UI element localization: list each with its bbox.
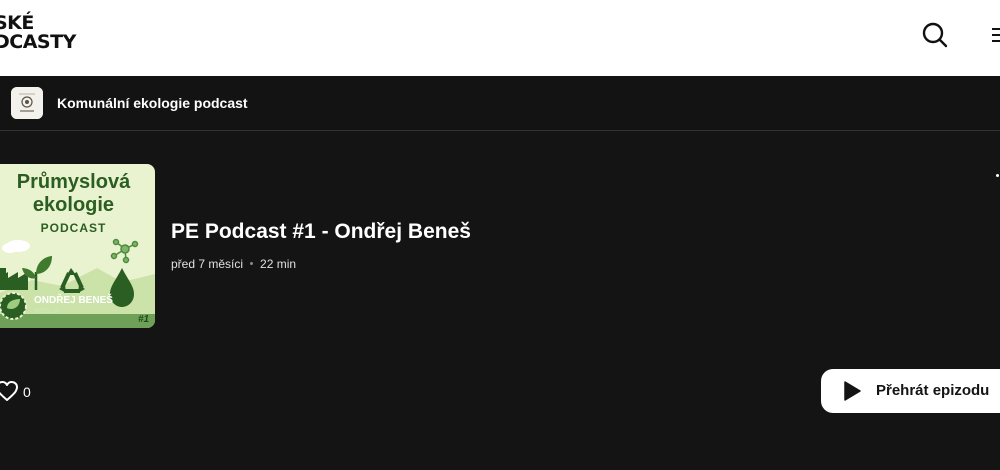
cover-episode-number: #1 [138,314,150,325]
site-header: SKÉ DCASTY [0,0,1000,76]
play-episode-button[interactable]: Přehrát epizodu [821,369,1000,413]
podcast-thumbnail[interactable] [11,87,43,119]
search-button[interactable] [920,20,950,50]
episode-meta: před 7 měsíci 22 min [171,257,296,271]
search-icon [922,22,948,48]
cover-guest-name: ONDŘEJ BENEŠ [34,295,113,306]
site-logo[interactable]: SKÉ DCASTY [0,14,76,52]
like-button[interactable] [0,378,20,404]
meta-separator [250,262,254,266]
cover-title-line-1: Průmyslová [16,171,131,193]
podcast-bar: Komunální ekologie podcast [0,76,1000,131]
podcast-thumbnail-icon [11,87,43,119]
cover-subtitle: PODCAST [40,221,107,235]
play-icon [844,381,861,401]
cover-guest-org: VEOLIA [34,308,61,315]
menu-icon [992,28,1000,42]
menu-button[interactable] [990,26,1000,46]
cover-title-line-2: ekologie [32,194,115,216]
play-episode-label: Přehrát epizodu [876,382,990,399]
cover-badge-icon [0,292,27,320]
episode-published: před 7 měsíci [171,257,244,271]
like-count: 0 [23,384,31,400]
cover-title: Průmyslová ekologie [0,171,155,217]
episode-duration: 22 min [260,257,297,271]
episode-cover: Průmyslová ekologie PODCAST ONDŘEJ BENEŠ… [0,164,155,328]
more-options-icon [996,174,999,177]
episode-title: PE Podcast #1 - Ondřej Beneš [171,220,471,243]
episode-section: Průmyslová ekologie PODCAST ONDŘEJ BENEŠ… [0,131,1000,470]
more-options-button[interactable] [994,171,1000,181]
podcast-name-link[interactable]: Komunální ekologie podcast [57,95,248,111]
logo-line-2: DCASTY [0,31,76,53]
heart-icon [0,381,18,401]
